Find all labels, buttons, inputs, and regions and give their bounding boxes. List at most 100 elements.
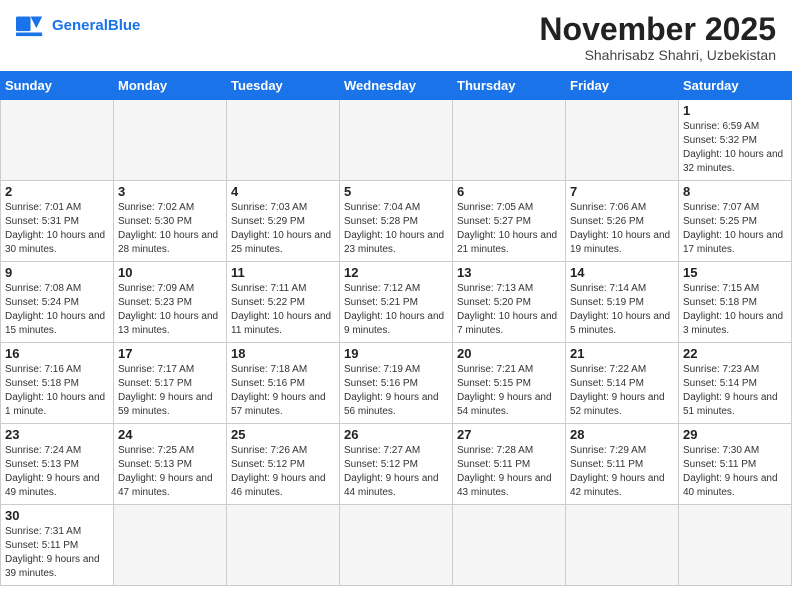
- weekday-header-friday: Friday: [566, 72, 679, 100]
- calendar-cell: 17 Sunrise: 7:17 AMSunset: 5:17 PMDayligh…: [114, 343, 227, 424]
- day-info: Sunrise: 7:25 AMSunset: 5:13 PMDaylight:…: [118, 444, 222, 500]
- calendar-cell: 16 Sunrise: 7:16 AMSunset: 5:18 PMDayligh…: [1, 343, 114, 424]
- calendar-cell: 28 Sunrise: 7:29 AMSunset: 5:11 PMDayligh…: [566, 424, 679, 505]
- calendar-cell: 18 Sunrise: 7:18 AMSunset: 5:16 PMDayligh…: [227, 343, 340, 424]
- calendar-cell: 5Sunrise: 7:04 AMSunset: 5:28 PMDaylight…: [340, 181, 453, 262]
- calendar-week-row: 1 Sunrise: 6:59 AMSunset: 5:32 PMDaylight…: [1, 100, 792, 181]
- day-number: 16: [5, 346, 109, 361]
- weekday-header-saturday: Saturday: [679, 72, 792, 100]
- calendar-cell: 29Sunrise: 7:30 AMSunset: 5:11 PMDayligh…: [679, 424, 792, 505]
- calendar-week-row: 30Sunrise: 7:31 AMSunset: 5:11 PMDayligh…: [1, 505, 792, 586]
- day-info: Sunrise: 7:08 AMSunset: 5:24 PMDaylight:…: [5, 282, 109, 338]
- day-number: 6: [457, 184, 561, 199]
- calendar-cell: [227, 505, 340, 586]
- logo-blue: Blue: [108, 17, 141, 34]
- calendar-cell: 23Sunrise: 7:24 AMSunset: 5:13 PMDayligh…: [1, 424, 114, 505]
- calendar-cell: 13 Sunrise: 7:13 AMSunset: 5:20 PMDayligh…: [453, 262, 566, 343]
- day-number: 13: [457, 265, 561, 280]
- calendar-table: SundayMondayTuesdayWednesdayThursdayFrid…: [0, 71, 792, 586]
- day-number: 17: [118, 346, 222, 361]
- calendar-cell: 14 Sunrise: 7:14 AMSunset: 5:19 PMDayligh…: [566, 262, 679, 343]
- day-number: 14: [570, 265, 674, 280]
- day-info: Sunrise: 7:29 AMSunset: 5:11 PMDaylight:…: [570, 444, 674, 500]
- calendar-cell: [114, 100, 227, 181]
- day-info: Sunrise: 7:07 AMSunset: 5:25 PMDaylight:…: [683, 201, 787, 257]
- day-info: Sunrise: 7:28 AMSunset: 5:11 PMDaylight:…: [457, 444, 561, 500]
- calendar-cell: 2Sunrise: 7:01 AMSunset: 5:31 PMDaylight…: [1, 181, 114, 262]
- weekday-header-row: SundayMondayTuesdayWednesdayThursdayFrid…: [1, 72, 792, 100]
- day-number: 1: [683, 103, 787, 118]
- day-number: 3: [118, 184, 222, 199]
- day-number: 27: [457, 427, 561, 442]
- day-info: Sunrise: 7:13 AMSunset: 5:20 PMDaylight:…: [457, 282, 561, 338]
- day-info: Sunrise: 7:27 AMSunset: 5:12 PMDaylight:…: [344, 444, 448, 500]
- calendar-cell: 3 Sunrise: 7:02 AMSunset: 5:30 PMDaylight…: [114, 181, 227, 262]
- calendar-cell: 4 Sunrise: 7:03 AMSunset: 5:29 PMDaylight…: [227, 181, 340, 262]
- logo: GeneralBlue: [16, 12, 140, 40]
- day-info: Sunrise: 7:19 AMSunset: 5:16 PMDaylight:…: [344, 363, 448, 419]
- day-number: 28: [570, 427, 674, 442]
- day-info: Sunrise: 7:30 AMSunset: 5:11 PMDaylight:…: [683, 444, 787, 500]
- logo-text: GeneralBlue: [52, 17, 140, 35]
- calendar-week-row: 2Sunrise: 7:01 AMSunset: 5:31 PMDaylight…: [1, 181, 792, 262]
- day-info: Sunrise: 7:06 AMSunset: 5:26 PMDaylight:…: [570, 201, 674, 257]
- calendar-cell: 7 Sunrise: 7:06 AMSunset: 5:26 PMDaylight…: [566, 181, 679, 262]
- calendar-cell: [566, 100, 679, 181]
- day-number: 21: [570, 346, 674, 361]
- day-info: Sunrise: 7:01 AMSunset: 5:31 PMDaylight:…: [5, 201, 109, 257]
- day-info: Sunrise: 7:23 AMSunset: 5:14 PMDaylight:…: [683, 363, 787, 419]
- day-info: Sunrise: 7:16 AMSunset: 5:18 PMDaylight:…: [5, 363, 109, 419]
- title-block: November 2025 Shahrisabz Shahri, Uzbekis…: [539, 12, 776, 63]
- calendar-cell: 9Sunrise: 7:08 AMSunset: 5:24 PMDaylight…: [1, 262, 114, 343]
- weekday-header-thursday: Thursday: [453, 72, 566, 100]
- calendar-cell: 21 Sunrise: 7:22 AMSunset: 5:14 PMDayligh…: [566, 343, 679, 424]
- month-title: November 2025: [539, 12, 776, 47]
- day-info: Sunrise: 7:14 AMSunset: 5:19 PMDaylight:…: [570, 282, 674, 338]
- calendar-cell: 30Sunrise: 7:31 AMSunset: 5:11 PMDayligh…: [1, 505, 114, 586]
- day-info: Sunrise: 7:03 AMSunset: 5:29 PMDaylight:…: [231, 201, 335, 257]
- calendar-cell: 11Sunrise: 7:11 AMSunset: 5:22 PMDayligh…: [227, 262, 340, 343]
- weekday-header-tuesday: Tuesday: [227, 72, 340, 100]
- calendar-week-row: 16 Sunrise: 7:16 AMSunset: 5:18 PMDayligh…: [1, 343, 792, 424]
- calendar-cell: [566, 505, 679, 586]
- day-number: 30: [5, 508, 109, 523]
- calendar-cell: [340, 100, 453, 181]
- day-info: Sunrise: 7:26 AMSunset: 5:12 PMDaylight:…: [231, 444, 335, 500]
- day-info: Sunrise: 7:17 AMSunset: 5:17 PMDaylight:…: [118, 363, 222, 419]
- calendar-cell: [1, 100, 114, 181]
- day-info: Sunrise: 6:59 AMSunset: 5:32 PMDaylight:…: [683, 120, 787, 176]
- day-info: Sunrise: 7:15 AMSunset: 5:18 PMDaylight:…: [683, 282, 787, 338]
- calendar-cell: 22Sunrise: 7:23 AMSunset: 5:14 PMDayligh…: [679, 343, 792, 424]
- day-number: 7: [570, 184, 674, 199]
- day-info: Sunrise: 7:11 AMSunset: 5:22 PMDaylight:…: [231, 282, 335, 338]
- calendar-cell: 25 Sunrise: 7:26 AMSunset: 5:12 PMDayligh…: [227, 424, 340, 505]
- location-subtitle: Shahrisabz Shahri, Uzbekistan: [539, 47, 776, 63]
- calendar-week-row: 23Sunrise: 7:24 AMSunset: 5:13 PMDayligh…: [1, 424, 792, 505]
- calendar-cell: 24 Sunrise: 7:25 AMSunset: 5:13 PMDayligh…: [114, 424, 227, 505]
- logo-general: General: [52, 17, 108, 34]
- day-number: 10: [118, 265, 222, 280]
- calendar-cell: 8 Sunrise: 7:07 AMSunset: 5:25 PMDaylight…: [679, 181, 792, 262]
- calendar-cell: 27 Sunrise: 7:28 AMSunset: 5:11 PMDayligh…: [453, 424, 566, 505]
- day-number: 23: [5, 427, 109, 442]
- logo-icon: [16, 12, 48, 40]
- day-number: 20: [457, 346, 561, 361]
- calendar-cell: 26 Sunrise: 7:27 AMSunset: 5:12 PMDayligh…: [340, 424, 453, 505]
- day-number: 25: [231, 427, 335, 442]
- weekday-header-monday: Monday: [114, 72, 227, 100]
- day-number: 15: [683, 265, 787, 280]
- day-info: Sunrise: 7:22 AMSunset: 5:14 PMDaylight:…: [570, 363, 674, 419]
- calendar-cell: [340, 505, 453, 586]
- day-number: 18: [231, 346, 335, 361]
- day-number: 26: [344, 427, 448, 442]
- calendar-cell: 19Sunrise: 7:19 AMSunset: 5:16 PMDayligh…: [340, 343, 453, 424]
- day-info: Sunrise: 7:02 AMSunset: 5:30 PMDaylight:…: [118, 201, 222, 257]
- day-number: 12: [344, 265, 448, 280]
- day-info: Sunrise: 7:18 AMSunset: 5:16 PMDaylight:…: [231, 363, 335, 419]
- day-number: 4: [231, 184, 335, 199]
- day-number: 24: [118, 427, 222, 442]
- calendar-cell: 6Sunrise: 7:05 AMSunset: 5:27 PMDaylight…: [453, 181, 566, 262]
- calendar-cell: [679, 505, 792, 586]
- day-number: 5: [344, 184, 448, 199]
- day-number: 8: [683, 184, 787, 199]
